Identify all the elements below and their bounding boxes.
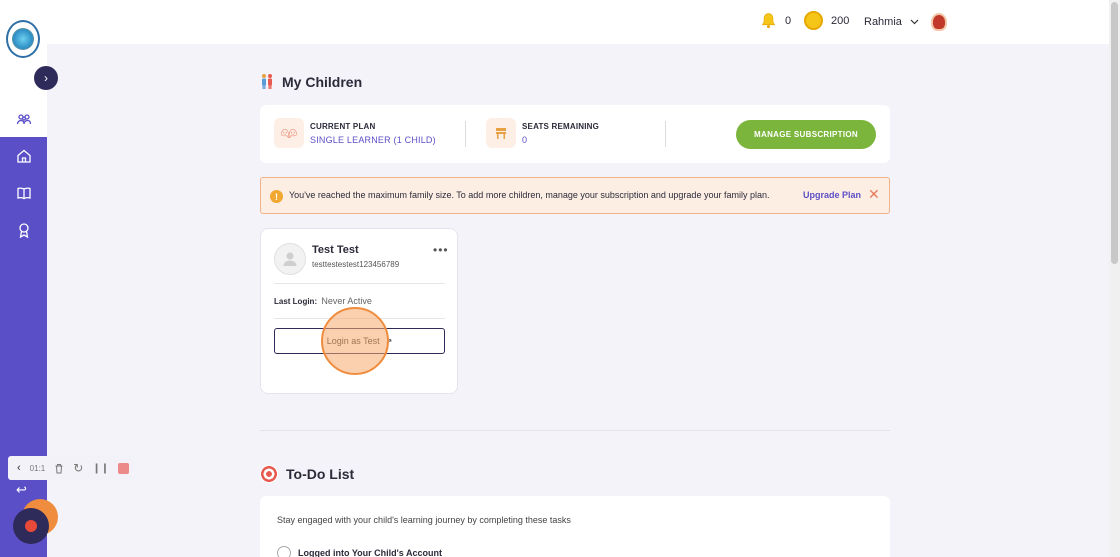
app-logo[interactable] <box>6 20 40 58</box>
child-card: Test Test testtestestest123456789 ••• La… <box>260 228 458 394</box>
children-icon <box>262 74 272 89</box>
child-name: Test Test <box>312 244 359 256</box>
top-bar: 0 200 Rahmia <box>47 0 1109 44</box>
seats-label: SEATS REMAINING <box>522 121 600 131</box>
coin-balance[interactable]: 200 <box>804 11 849 30</box>
sidebar-item-library[interactable] <box>0 175 47 211</box>
divider <box>465 121 466 147</box>
subscription-summary: 👫︎ CURRENT PLAN SINGLE LEARNER (1 CHILD)… <box>260 105 890 163</box>
avatar <box>274 243 306 275</box>
recorder-toolbar: ‹ 01:1 ↻ ❙❙ <box>8 456 133 480</box>
chevron-left-icon[interactable]: ‹ <box>17 462 21 474</box>
people-icon: 👫︎ <box>274 118 304 148</box>
avatar <box>930 13 947 31</box>
close-icon[interactable]: ✕ <box>868 186 880 203</box>
user-placeholder-icon <box>283 252 297 266</box>
page-title-text: My Children <box>282 73 363 90</box>
notification-count: 0 <box>785 14 792 27</box>
coin-count: 200 <box>831 14 850 27</box>
todo-title-text: To-Do List <box>286 466 355 482</box>
award-icon <box>18 223 29 238</box>
login-button-label: Login as Test <box>326 336 380 346</box>
more-options-icon[interactable]: ••• <box>433 243 449 257</box>
scrollbar-thumb[interactable] <box>1111 2 1118 264</box>
book-icon <box>16 187 31 200</box>
last-login: Last Login: Never Active <box>274 296 372 306</box>
divider <box>274 283 445 284</box>
external-link-icon: ↗ <box>385 336 393 346</box>
sidebar-item-home[interactable] <box>0 138 47 174</box>
record-button[interactable] <box>13 508 49 544</box>
recorder-time: 01:1 <box>29 463 46 473</box>
user-menu[interactable]: Rahmia <box>864 13 947 31</box>
todo-item[interactable]: Logged into Your Child's Account <box>277 546 442 557</box>
divider <box>274 318 445 319</box>
logout-icon[interactable]: ↩ <box>16 482 27 498</box>
seats-value: 0 <box>522 134 528 145</box>
sidebar-item-achievements[interactable] <box>0 212 47 248</box>
todo-checkbox[interactable] <box>277 546 291 557</box>
home-icon <box>16 149 31 163</box>
last-login-label: Last Login: <box>274 297 318 306</box>
last-login-value: Never Active <box>321 296 372 306</box>
todo-card: Stay engaged with your child's learning … <box>260 496 890 557</box>
notifications[interactable]: 0 <box>760 12 791 29</box>
coin-icon <box>804 11 823 30</box>
user-name: Rahmia <box>864 16 902 28</box>
trash-icon[interactable] <box>54 463 64 474</box>
target-icon <box>260 465 278 483</box>
upgrade-plan-link[interactable]: Upgrade Plan <box>803 190 861 200</box>
seats-remaining: SEATS REMAINING 0 <box>486 118 599 148</box>
current-plan-label: CURRENT PLAN <box>310 121 376 131</box>
divider <box>665 121 666 147</box>
current-plan: 👫︎ CURRENT PLAN SINGLE LEARNER (1 CHILD) <box>274 118 436 148</box>
scrollbar[interactable] <box>1109 0 1120 557</box>
login-as-child-button[interactable]: Login as Test ↗ <box>274 328 445 354</box>
bell-icon <box>761 13 776 29</box>
page-title: My Children <box>260 73 362 90</box>
stop-icon[interactable] <box>118 462 130 474</box>
manage-subscription-button[interactable]: MANAGE SUBSCRIPTION <box>736 120 876 149</box>
desk-icon <box>486 118 516 148</box>
section-divider <box>260 430 890 431</box>
alert-message: You've reached the maximum family size. … <box>289 190 770 200</box>
current-plan-value: SINGLE LEARNER (1 CHILD) <box>310 134 436 145</box>
sidebar-item-children[interactable] <box>0 101 47 137</box>
chevron-down-icon <box>910 19 919 25</box>
todo-title: To-Do List <box>260 465 354 483</box>
family-size-alert: ! You've reached the maximum family size… <box>260 177 890 214</box>
restart-icon[interactable]: ↻ <box>73 461 83 475</box>
todo-item-label: Logged into Your Child's Account <box>298 548 442 557</box>
chevron-right-icon: › <box>44 71 48 85</box>
family-icon <box>16 114 31 125</box>
todo-description: Stay engaged with your child's learning … <box>277 515 571 525</box>
sidebar-expand-button[interactable]: › <box>34 66 58 90</box>
pause-icon[interactable]: ❙❙ <box>92 463 109 474</box>
child-username: testtestestest123456789 <box>312 260 400 269</box>
warning-icon: ! <box>270 190 283 203</box>
record-icon <box>25 520 37 532</box>
logo-globe-icon <box>12 28 34 50</box>
